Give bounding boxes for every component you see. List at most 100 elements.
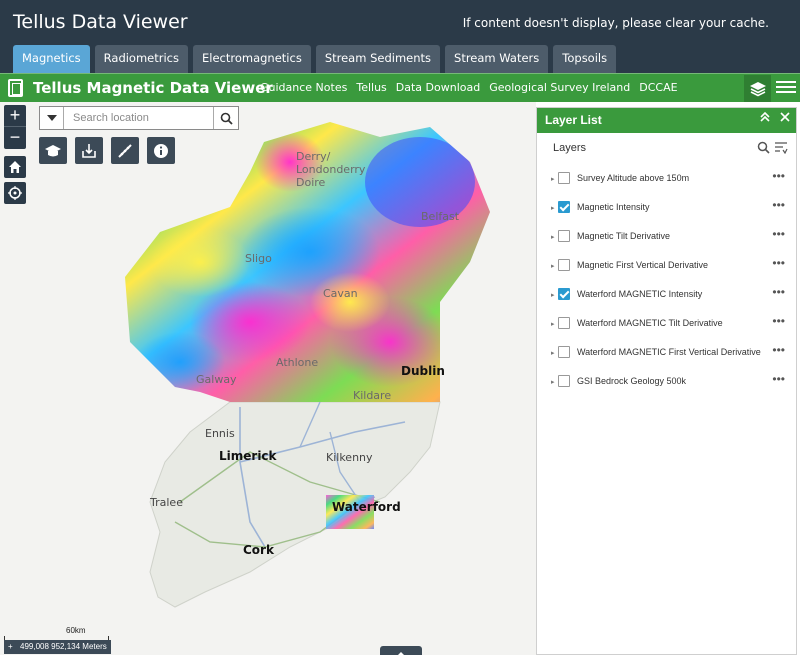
layer-row: ▸ Waterford MAGNETIC Intensity ••• — [537, 282, 796, 311]
layer-name: Survey Altitude above 150m — [577, 173, 690, 183]
place-belfast: Belfast — [421, 210, 460, 223]
home-button[interactable] — [4, 156, 26, 178]
chevron-up-icon — [398, 652, 404, 655]
more-options-icon[interactable]: ••• — [772, 227, 785, 241]
place-waterford: Waterford — [332, 500, 401, 514]
layer-row: ▸ Magnetic Intensity ••• — [537, 195, 796, 224]
more-options-icon[interactable]: ••• — [772, 169, 785, 183]
layers-toggle-button[interactable] — [744, 75, 771, 102]
tab-stream-waters[interactable]: Stream Waters — [445, 45, 549, 73]
menu-button[interactable] — [776, 78, 796, 98]
layer-row: ▸ Magnetic First Vertical Derivative ••• — [537, 253, 796, 282]
link-guidance-notes[interactable]: Guidance Notes — [260, 81, 347, 94]
layer-list-header: Layer List — [537, 108, 796, 133]
graduation-cap-icon — [45, 144, 61, 156]
tool-measure-button[interactable] — [111, 137, 139, 164]
more-options-icon[interactable]: ••• — [772, 343, 785, 357]
expand-arrow-icon[interactable]: ▸ — [551, 291, 555, 299]
more-options-icon[interactable]: ••• — [772, 285, 785, 299]
tool-info-button[interactable] — [147, 137, 175, 164]
search-box: Search location — [39, 106, 239, 130]
place-athlone: Athlone — [276, 356, 319, 369]
expand-arrow-icon[interactable]: ▸ — [551, 320, 555, 328]
link-geological-survey-ireland[interactable]: Geological Survey Ireland — [489, 81, 630, 94]
search-icon — [220, 112, 233, 125]
link-tellus[interactable]: Tellus — [356, 81, 386, 94]
expand-arrow-icon[interactable]: ▸ — [551, 262, 555, 270]
search-button[interactable] — [213, 107, 238, 129]
place-derry: Derry/ Londonderry Doire — [296, 150, 366, 189]
tab-magnetics[interactable]: Magnetics — [13, 45, 90, 73]
zoom-out-button[interactable]: − — [4, 127, 26, 149]
layer-list-panel: Layer List Layers ▸ Survey Altitude abov… — [536, 107, 797, 655]
scale-label: 60km — [66, 626, 86, 635]
tab-stream-sediments[interactable]: Stream Sediments — [315, 45, 441, 73]
expand-arrow-icon[interactable]: ▸ — [551, 175, 555, 183]
coordinate-readout: 499,008 952,134 Meters — [4, 640, 111, 654]
more-options-icon[interactable]: ••• — [772, 256, 785, 270]
expand-arrow-icon[interactable]: ▸ — [551, 204, 555, 212]
layer-row: ▸ GSI Bedrock Geology 500k ••• — [537, 369, 796, 398]
expand-arrow-icon[interactable]: ▸ — [551, 378, 555, 386]
tool-education-button[interactable] — [39, 137, 67, 164]
map-view[interactable]: Derry/ Londonderry Doire Belfast Sligo C… — [0, 102, 536, 655]
link-dccae[interactable]: DCCAE — [639, 81, 677, 94]
tab-radiometrics[interactable]: Radiometrics — [94, 45, 188, 73]
place-dublin: Dublin — [401, 364, 445, 378]
bottom-panel-handle[interactable] — [380, 646, 422, 655]
layer-name: Waterford MAGNETIC First Vertical Deriva… — [577, 347, 761, 357]
header-links: Guidance Notes Tellus Data Download Geol… — [260, 81, 678, 94]
place-tralee: Tralee — [150, 496, 183, 509]
tool-download-button[interactable] — [75, 137, 103, 164]
layer-list-toolbar: Layers — [537, 133, 796, 159]
viewer-header: Tellus Magnetic Data Viewer Guidance Not… — [0, 73, 800, 102]
filter-list-icon[interactable] — [774, 141, 788, 154]
home-icon — [9, 161, 21, 173]
expand-arrow-icon[interactable]: ▸ — [551, 349, 555, 357]
locate-icon — [8, 186, 22, 200]
info-icon — [154, 143, 168, 158]
layer-row: ▸ Magnetic Tilt Derivative ••• — [537, 224, 796, 253]
layer-name: Waterford MAGNETIC Tilt Derivative — [577, 318, 723, 328]
chevron-down-icon — [46, 115, 57, 121]
place-galway: Galway — [196, 373, 237, 386]
layer-row: ▸ Survey Altitude above 150m ••• — [537, 166, 796, 195]
zoom-in-button[interactable]: + — [4, 105, 26, 127]
tab-topsoils[interactable]: Topsoils — [553, 45, 617, 73]
layer-list-title: Layer List — [545, 113, 602, 127]
menu-icon — [776, 81, 796, 83]
locate-button[interactable] — [4, 182, 26, 204]
measure-icon — [118, 143, 132, 158]
layers-icon — [749, 81, 766, 96]
link-data-download[interactable]: Data Download — [396, 81, 480, 94]
layer-checkbox[interactable] — [558, 172, 570, 184]
collapse-icon[interactable] — [760, 112, 770, 122]
search-source-dropdown[interactable] — [40, 107, 64, 129]
place-kilkenny: Kilkenny — [326, 451, 373, 464]
search-input[interactable]: Search location — [73, 112, 149, 124]
close-icon[interactable] — [780, 112, 790, 122]
layer-checkbox[interactable] — [558, 346, 570, 358]
download-icon — [82, 143, 96, 158]
layer-checkbox[interactable] — [558, 259, 570, 271]
app-logo-icon — [8, 79, 23, 97]
layer-row: ▸ Waterford MAGNETIC First Vertical Deri… — [537, 340, 796, 369]
more-options-icon[interactable]: ••• — [772, 372, 785, 386]
layer-name: Waterford MAGNETIC Intensity — [577, 289, 703, 299]
place-limerick: Limerick — [219, 449, 277, 463]
map-canvas — [125, 122, 490, 608]
layer-name: GSI Bedrock Geology 500k — [577, 376, 687, 386]
search-icon[interactable] — [757, 141, 770, 154]
more-options-icon[interactable]: ••• — [772, 314, 785, 328]
top-header: Tellus Data Viewer If content doesn't di… — [0, 0, 800, 73]
layer-checkbox[interactable] — [558, 230, 570, 242]
app-title: Tellus Data Viewer — [13, 11, 188, 33]
layer-checkbox[interactable] — [558, 375, 570, 387]
layer-name: Magnetic Intensity — [577, 202, 650, 212]
layer-checkbox[interactable] — [558, 201, 570, 213]
expand-arrow-icon[interactable]: ▸ — [551, 233, 555, 241]
layer-checkbox[interactable] — [558, 288, 570, 300]
tab-electromagnetics[interactable]: Electromagnetics — [193, 45, 311, 73]
more-options-icon[interactable]: ••• — [772, 198, 785, 212]
layer-checkbox[interactable] — [558, 317, 570, 329]
